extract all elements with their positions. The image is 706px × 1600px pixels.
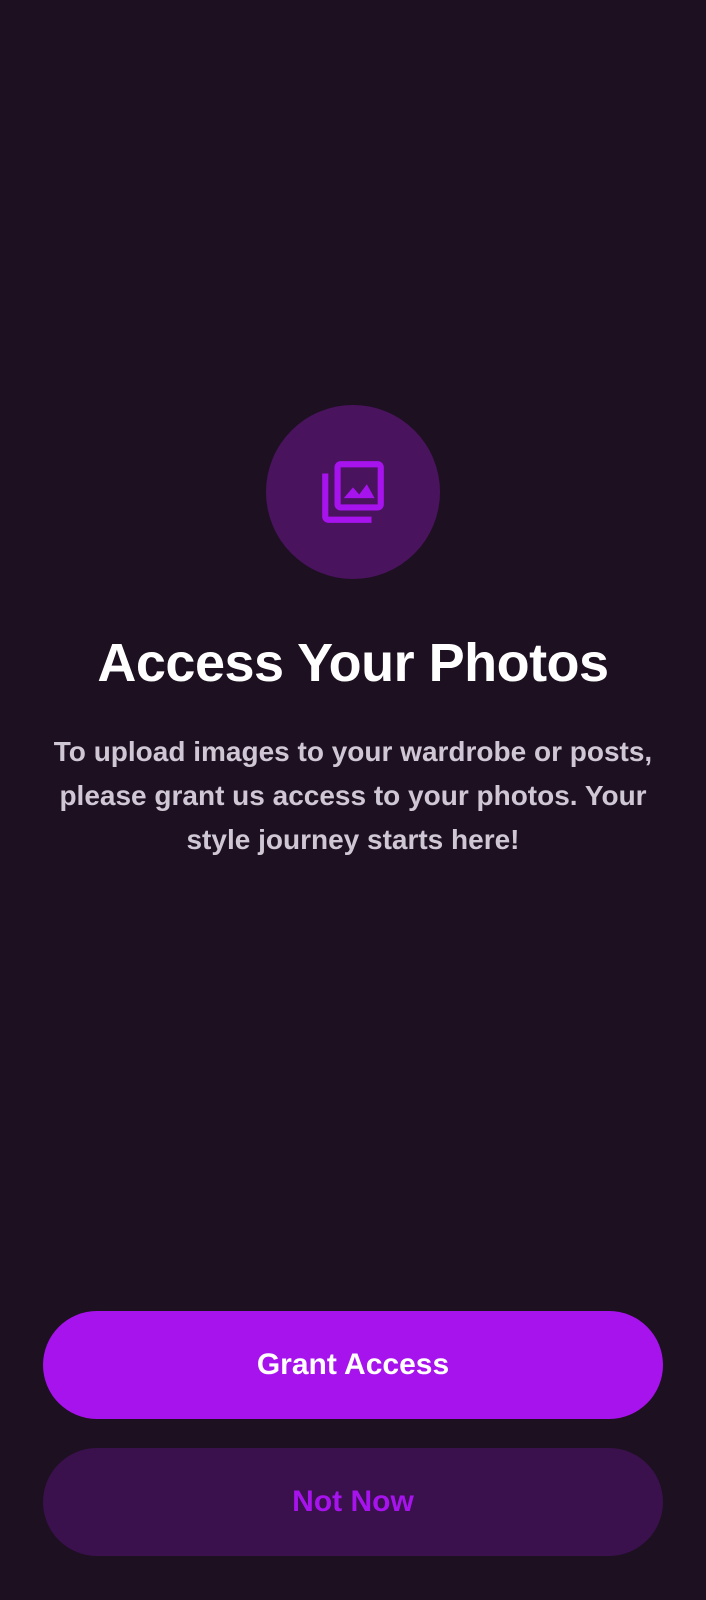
photo-library-icon	[322, 461, 384, 523]
not-now-button[interactable]: Not Now	[43, 1448, 663, 1556]
photo-icon-badge	[266, 405, 440, 579]
permission-description: To upload images to your wardrobe or pos…	[53, 736, 653, 855]
page-title: Access Your Photos	[97, 633, 609, 693]
grant-access-button[interactable]: Grant Access	[43, 1311, 663, 1419]
